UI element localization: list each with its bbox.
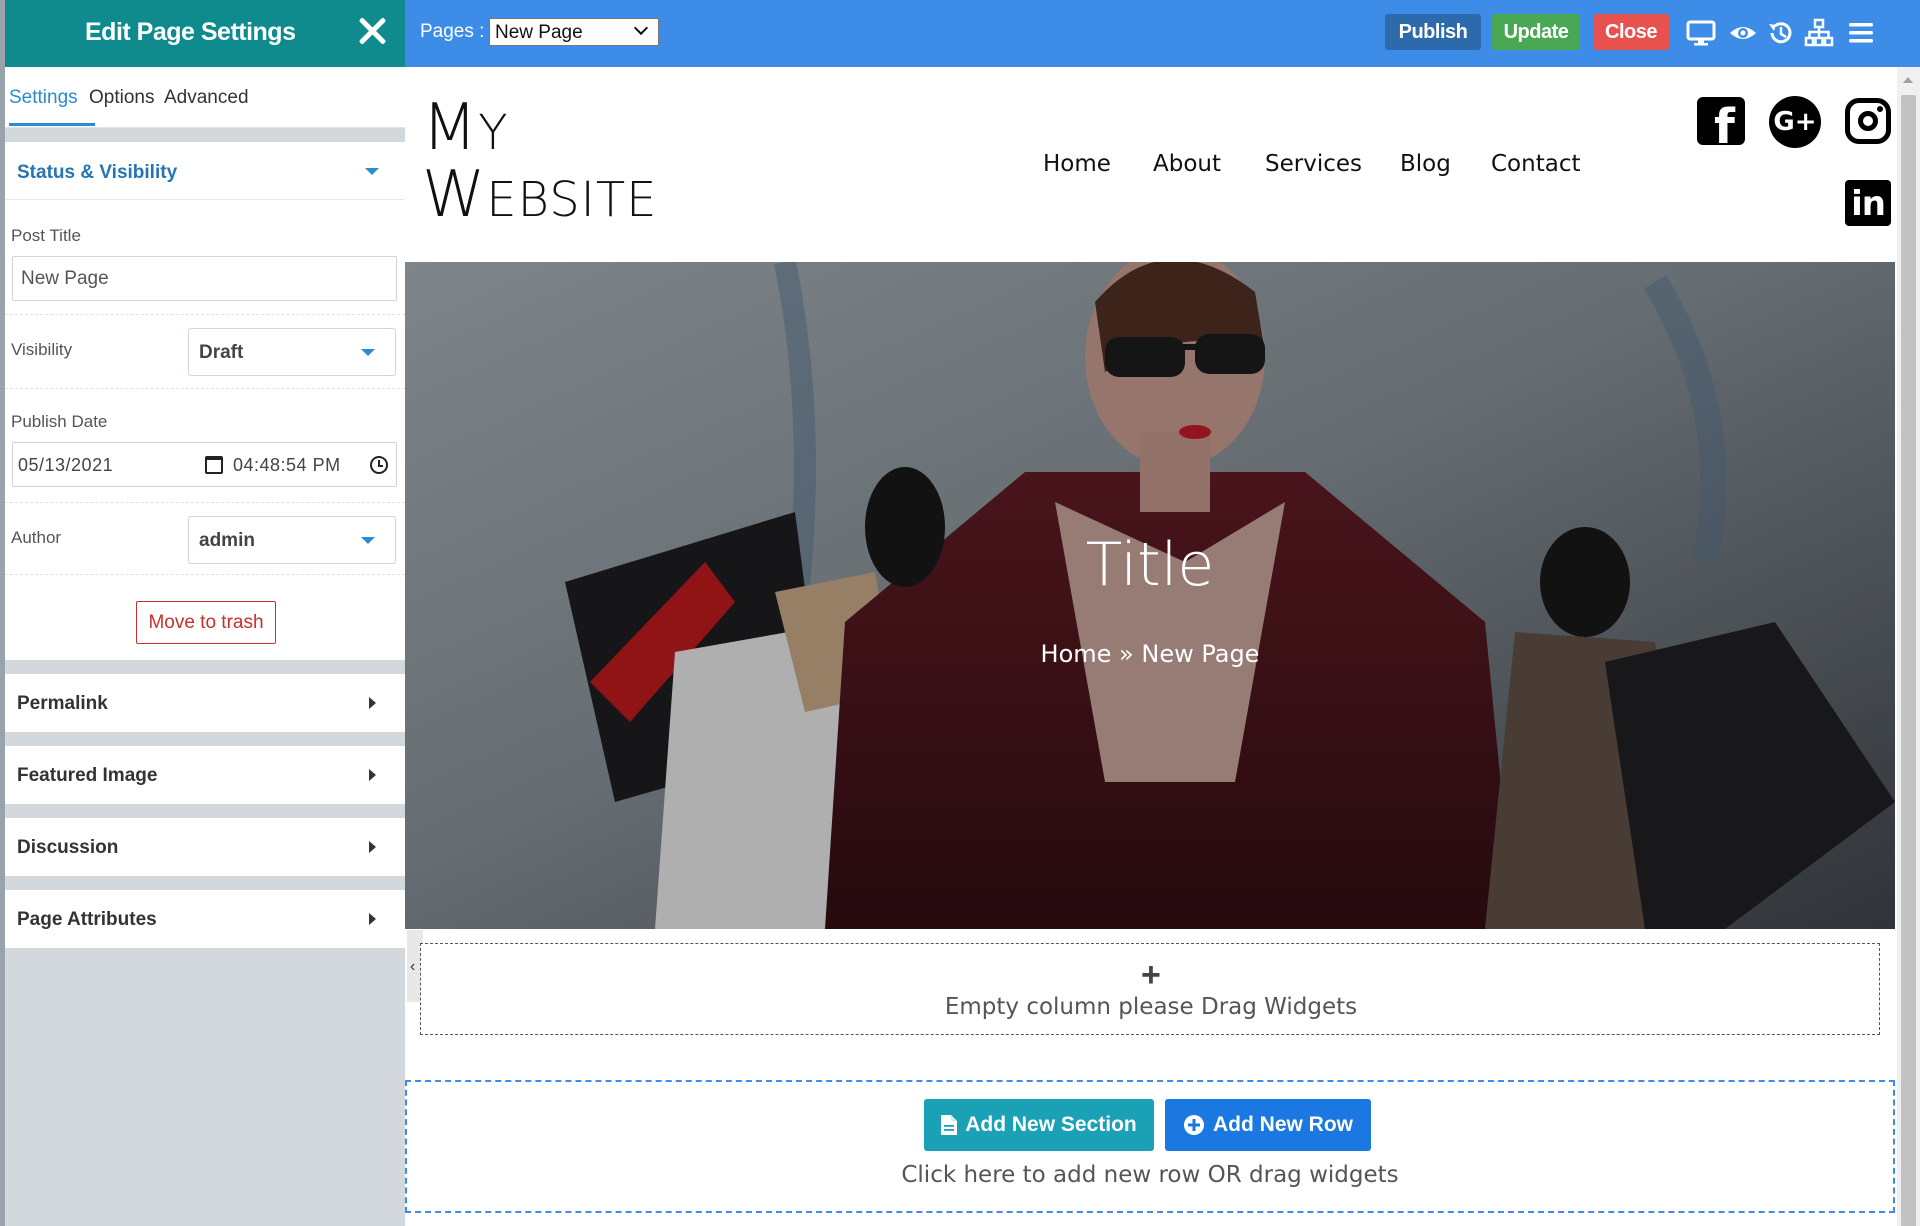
chevron-left-icon: ‹ [410, 958, 416, 975]
tab-advanced[interactable]: Advanced [164, 87, 249, 109]
editor-toolbar: Pages : New Page Publish Update Close [405, 0, 1920, 67]
author-select[interactable]: admin [188, 516, 396, 564]
logo-letters: Y [478, 105, 509, 161]
close-button[interactable]: Close [1593, 14, 1669, 50]
chevron-down-icon [361, 349, 375, 356]
discussion-title: Discussion [17, 837, 119, 858]
add-new-row-button[interactable]: Add New Row [1165, 1099, 1371, 1151]
menu-icon[interactable] [1846, 18, 1876, 48]
visibility-select[interactable]: Draft [188, 328, 396, 376]
page-attributes-title: Page Attributes [17, 909, 157, 930]
scroll-up-arrow-icon[interactable] [1903, 77, 1913, 83]
edit-page-settings-panel: Edit Page Settings Settings Options Adva… [0, 0, 405, 1226]
sitemap-icon[interactable] [1804, 18, 1834, 48]
caret-right-icon [369, 913, 376, 925]
tab-options[interactable]: Options [89, 87, 154, 109]
logo-letters: EBSITE [486, 172, 658, 228]
nav-home[interactable]: Home [1043, 151, 1111, 177]
hero-title: Title [1085, 530, 1215, 600]
post-title-input[interactable] [12, 256, 397, 301]
update-button[interactable]: Update [1492, 14, 1580, 50]
pages-select[interactable]: New Page [489, 18, 659, 46]
nav-blog[interactable]: Blog [1400, 151, 1451, 177]
caret-right-icon [369, 841, 376, 853]
publish-date-label: Publish Date [11, 412, 108, 431]
scrollbar-thumb[interactable] [1901, 95, 1916, 1226]
logo-letter: M [422, 91, 479, 165]
pages-select-value: New Page [495, 22, 583, 43]
author-label: Author [11, 528, 62, 547]
caret-down-icon [365, 168, 379, 175]
publish-datetime-field[interactable]: 05/13/2021 04:48:54 PM [12, 442, 397, 487]
logo-line-1: MY [422, 96, 657, 160]
hero-banner[interactable]: Title Home » New Page [405, 262, 1895, 929]
facebook-icon[interactable]: f [1697, 97, 1745, 145]
logo-letter: W [422, 158, 487, 232]
visibility-label: Visibility [11, 340, 73, 359]
eye-icon[interactable] [1728, 18, 1758, 48]
chevron-down-icon [361, 537, 375, 544]
empty-column-dropzone[interactable]: + Empty column please Drag Widgets [420, 943, 1880, 1035]
author-value: admin [199, 530, 255, 551]
nav-contact[interactable]: Contact [1491, 151, 1580, 177]
breadcrumb[interactable]: Home » New Page [405, 640, 1895, 668]
plus-circle-icon [1184, 1115, 1204, 1136]
divider [5, 388, 405, 389]
clock-icon[interactable] [370, 456, 388, 474]
add-row-hint: Click here to add new row OR drag widget… [901, 1162, 1399, 1188]
discussion-section[interactable]: Discussion [5, 818, 405, 876]
publish-button[interactable]: Publish [1385, 14, 1481, 50]
add-new-section-button[interactable]: Add New Section [924, 1099, 1154, 1151]
close-panel-icon[interactable] [355, 14, 389, 48]
publish-time-value[interactable]: 04:48:54 PM [233, 455, 341, 476]
featured-image-section[interactable]: Featured Image [5, 746, 405, 804]
featured-image-title: Featured Image [17, 765, 158, 786]
caret-right-icon [369, 697, 376, 709]
nav-about[interactable]: About [1153, 151, 1221, 177]
nav-services[interactable]: Services [1265, 151, 1362, 177]
linkedin-icon[interactable]: in [1845, 180, 1891, 226]
panel-title: Edit Page Settings [85, 18, 296, 46]
panel-header: Edit Page Settings [5, 0, 405, 67]
permalink-title: Permalink [17, 693, 108, 714]
instagram-icon[interactable] [1845, 98, 1891, 144]
scrollbar[interactable] [1897, 67, 1920, 1226]
divider [5, 502, 405, 503]
active-tab-indicator [9, 123, 95, 126]
empty-column-text: Empty column please Drag Widgets [944, 994, 1358, 1020]
pages-label: Pages : [420, 21, 485, 42]
post-title-label: Post Title [11, 226, 81, 245]
google-plus-icon[interactable]: G+ [1769, 96, 1821, 148]
desktop-icon[interactable] [1686, 18, 1716, 48]
add-new-section-label: Add New Section [965, 1113, 1137, 1136]
divider [5, 574, 405, 575]
logo-line-2: WEBSITE [422, 163, 657, 227]
status-visibility-header[interactable]: Status & Visibility [5, 142, 405, 200]
chevron-down-icon [633, 20, 649, 36]
caret-right-icon [369, 769, 376, 781]
divider [5, 314, 405, 315]
calendar-icon[interactable] [205, 456, 223, 474]
panel-tabs: Settings Options Advanced [5, 67, 405, 128]
file-icon [941, 1115, 958, 1136]
add-row-dropzone[interactable]: Add New Section Add New Row Click here t… [405, 1080, 1895, 1213]
publish-date-value[interactable]: 05/13/2021 [18, 455, 113, 476]
permalink-section[interactable]: Permalink [5, 674, 405, 732]
status-visibility-title: Status & Visibility [17, 162, 178, 183]
visibility-value: Draft [199, 342, 244, 363]
site-logo[interactable]: MY WEBSITE [422, 96, 657, 227]
add-new-row-label: Add New Row [1213, 1113, 1353, 1136]
status-visibility-section: Status & Visibility Post Title Visibilit… [5, 142, 405, 660]
tab-settings[interactable]: Settings [9, 87, 78, 109]
page-attributes-section[interactable]: Page Attributes [5, 890, 405, 948]
history-icon[interactable] [1766, 18, 1796, 48]
plus-icon[interactable]: + [1141, 956, 1161, 995]
move-to-trash-button[interactable]: Move to trash [136, 601, 276, 644]
